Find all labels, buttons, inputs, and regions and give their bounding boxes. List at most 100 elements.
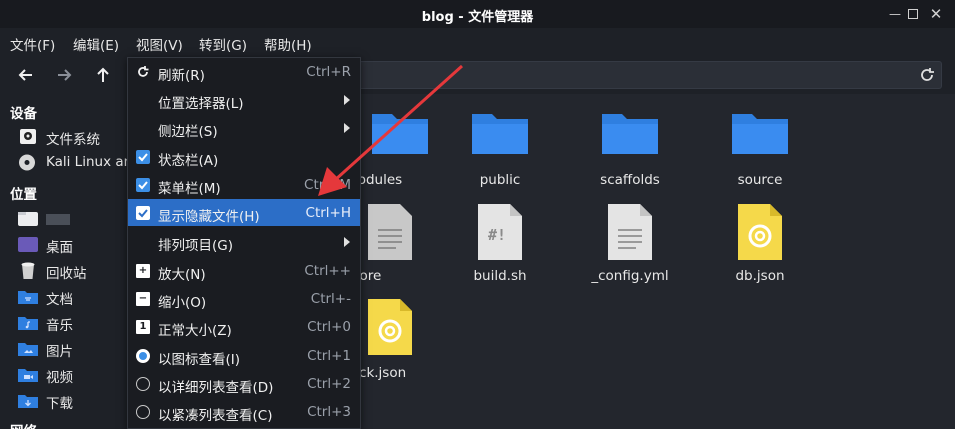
submenu-arrow-icon: [344, 237, 350, 247]
pictures-folder-icon: [18, 343, 38, 356]
menu-item-accel: Ctrl+0: [307, 319, 351, 335]
json-file-icon: [368, 299, 412, 355]
submenu-arrow-icon: [344, 123, 350, 133]
network-heading: 网络: [10, 420, 37, 429]
downloads-folder-icon: [18, 395, 38, 408]
folder-icon: [472, 114, 528, 154]
redacted-username: [46, 214, 70, 225]
file-label: scaffolds: [600, 172, 660, 188]
back-button[interactable]: [15, 64, 37, 86]
file-label: _config.yml: [591, 268, 669, 284]
sidebar-item-label: 图片: [46, 344, 73, 360]
text-file-icon: [608, 204, 652, 260]
checkbox-checked-icon: [136, 178, 150, 192]
checkbox-checked-icon: [136, 150, 150, 164]
radio-unselected-icon: [136, 377, 150, 391]
sidebar-item-label: 视频: [46, 370, 73, 386]
zoom-out-icon: −: [136, 292, 150, 306]
json-file-icon: [738, 204, 782, 260]
menu-item-label: 显示隐藏文件(H): [158, 209, 260, 225]
menu-item-accel: Ctrl+M: [304, 177, 351, 193]
menu-item-label: 排列项目(G): [158, 238, 233, 254]
window-title: blog - 文件管理器: [421, 10, 534, 25]
menu-item-reload[interactable]: 刷新(R) Ctrl+R: [128, 58, 360, 85]
location-bar[interactable]: [330, 61, 942, 89]
home-folder-icon: [18, 212, 38, 226]
reload-icon: [921, 68, 934, 81]
arrow-right-icon: [58, 69, 72, 81]
folder-icon: [372, 114, 428, 154]
menu-file[interactable]: 文件(F): [10, 34, 55, 54]
menu-item-accel: Ctrl++: [304, 263, 351, 279]
sidebar-item-label: 音乐: [46, 318, 73, 334]
menu-item-accel: Ctrl+2: [307, 376, 351, 392]
menu-item-label: 以图标查看(I): [158, 352, 241, 368]
menu-view[interactable]: 视图(V): [136, 34, 183, 58]
menu-item-label: 菜单栏(M): [158, 181, 221, 197]
menu-item-label: 状态栏(A): [158, 153, 219, 169]
text-file-icon: [368, 204, 412, 260]
title-bar: blog - 文件管理器 — ✕: [0, 0, 955, 28]
file-label: source: [737, 172, 783, 188]
menu-item-show-hidden-files[interactable]: 显示隐藏文件(H) Ctrl+H: [128, 199, 360, 226]
menu-item-label: 以紧凑列表查看(C): [158, 408, 273, 424]
maximize-icon[interactable]: [908, 9, 918, 19]
menu-item-accel: Ctrl+-: [310, 291, 351, 307]
places-heading: 位置: [10, 187, 37, 203]
sidebar-item-label: 桌面: [46, 240, 73, 256]
folder-icon: [732, 114, 788, 154]
zoom-normal-icon: 1: [136, 320, 150, 334]
radio-selected-icon: [136, 349, 150, 363]
drive-icon: [20, 129, 36, 144]
zoom-in-icon: +: [136, 264, 150, 278]
reload-icon: [138, 66, 149, 77]
script-file-icon: #!: [478, 204, 522, 260]
menu-item-statusbar[interactable]: 状态栏(A): [128, 143, 360, 170]
minimize-icon[interactable]: —: [888, 7, 902, 21]
optical-disc-icon: [19, 154, 35, 171]
menu-item-zoom-in[interactable]: + 放大(N) Ctrl++: [128, 257, 360, 284]
menu-item-view-as-compact-list[interactable]: 以紧凑列表查看(C) Ctrl+3: [128, 398, 360, 425]
videos-folder-icon: [18, 369, 38, 382]
radio-unselected-icon: [136, 405, 150, 419]
folder-icon: [602, 114, 658, 154]
parent-folder-button[interactable]: [92, 64, 114, 86]
sidebar-item-label: 文档: [46, 292, 73, 308]
reload-button[interactable]: [917, 65, 937, 85]
sidebar-item-label: 下载: [46, 396, 73, 412]
menu-item-accel: Ctrl+R: [306, 64, 351, 80]
file-label: build.sh: [473, 268, 527, 284]
menu-item-view-as-icons[interactable]: 以图标查看(I) Ctrl+1: [128, 342, 360, 369]
menu-item-location-selector[interactable]: 位置选择器(L): [128, 86, 360, 113]
file-label: db.json: [735, 268, 785, 284]
menu-help[interactable]: 帮助(H): [264, 34, 312, 54]
sidebar-item-label: 回收站: [46, 266, 87, 282]
menu-item-label: 放大(N): [158, 267, 206, 283]
menu-item-normal-size[interactable]: 1 正常大小(Z) Ctrl+0: [128, 313, 360, 340]
menu-item-label: 正常大小(Z): [158, 323, 232, 339]
sidebar-item-label: Kali Linux an: [46, 154, 133, 170]
view-menu-dropdown: 刷新(R) Ctrl+R 位置选择器(L) 侧边栏(S) 状态栏(A) 菜单栏(…: [127, 57, 361, 429]
menu-item-sidebar[interactable]: 侧边栏(S): [128, 114, 360, 141]
submenu-arrow-icon: [344, 95, 350, 105]
menu-item-label: 以详细列表查看(D): [158, 380, 274, 396]
menu-edit[interactable]: 编辑(E): [73, 34, 119, 54]
menu-item-menubar[interactable]: 菜单栏(M) Ctrl+M: [128, 171, 360, 198]
menu-bar: 文件(F) 编辑(E) 视图(V) 转到(G) 帮助(H): [0, 29, 955, 58]
menu-item-view-as-detailed-list[interactable]: 以详细列表查看(D) Ctrl+2: [128, 370, 360, 397]
menu-item-arrange-items[interactable]: 排列项目(G): [128, 228, 360, 255]
menu-item-label: 侧边栏(S): [158, 124, 218, 140]
arrow-left-icon: [18, 69, 32, 81]
menu-item-accel: Ctrl+1: [307, 348, 351, 364]
devices-heading: 设备: [10, 106, 37, 122]
documents-folder-icon: [18, 291, 38, 304]
close-icon[interactable]: ✕: [929, 7, 943, 22]
menu-item-zoom-out[interactable]: − 缩小(O) Ctrl+-: [128, 285, 360, 312]
arrow-up-icon: [97, 67, 109, 82]
menu-go[interactable]: 转到(G): [199, 34, 247, 54]
forward-button[interactable]: [53, 64, 75, 86]
sidebar-item-label: 文件系统: [46, 132, 100, 148]
music-folder-icon: [18, 317, 38, 330]
trash-icon: [21, 262, 35, 279]
menu-item-accel: Ctrl+3: [307, 404, 351, 420]
